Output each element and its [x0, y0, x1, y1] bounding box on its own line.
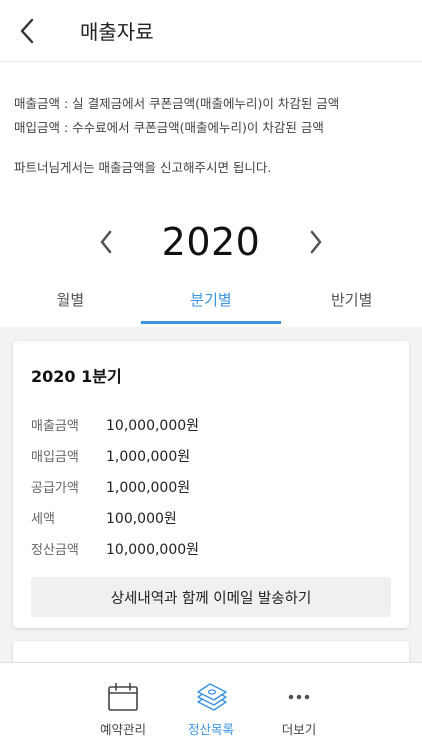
tab-monthly[interactable]: 월별	[0, 274, 141, 324]
money-stack-icon	[197, 683, 227, 711]
row-value: 10,000,000원	[106, 541, 200, 558]
prev-year-button[interactable]	[84, 220, 128, 264]
calendar-icon	[108, 682, 138, 711]
nav-item-settlement[interactable]: 정산목록	[177, 681, 245, 750]
send-email-button[interactable]: 상세내역과 함께 이메일 발송하기	[31, 577, 391, 617]
chevron-left-icon	[20, 18, 34, 43]
row-label: 세액	[31, 512, 55, 527]
nav-item-reservations[interactable]: 예약관리	[89, 681, 157, 750]
card-title: 2020 1분기	[31, 367, 122, 386]
year-selector: 2020	[0, 214, 422, 270]
tab-quarterly[interactable]: 분기별	[140, 274, 282, 324]
app-header: 매출자료	[0, 0, 422, 62]
note-sales-amount: 매출금액 : 실 결제금에서 쿠폰금액(매출에누리)이 차감된 금액	[14, 96, 340, 111]
bottom-nav: 예약관리 정산목록 더보기	[0, 662, 422, 750]
row-label: 공급가액	[31, 481, 79, 496]
chevron-left-icon	[100, 230, 111, 254]
nav-item-more[interactable]: 더보기	[265, 681, 333, 750]
page-title: 매출자료	[80, 20, 154, 44]
row-value: 100,000원	[106, 510, 177, 527]
nav-label: 예약관리	[99, 722, 146, 737]
year-value: 2020	[161, 220, 261, 264]
row-value: 10,000,000원	[106, 417, 200, 434]
row-supply-value: 공급가액 1,000,000원	[31, 471, 391, 502]
tab-half-yearly[interactable]: 반기별	[281, 274, 422, 324]
note-purchase-amount: 매입금액 : 수수료에서 쿠폰금액(매출에누리)이 차감된 금액	[14, 120, 324, 135]
row-label: 매입금액	[31, 450, 79, 465]
note-report-guide: 파트너님게서는 매출금액을 신고해주시면 됩니다.	[14, 160, 272, 175]
row-label: 정산금액	[31, 543, 79, 558]
back-button[interactable]	[2, 0, 52, 62]
period-tabs: 월별 분기별 반기별	[0, 274, 422, 324]
row-tax: 세액 100,000원	[31, 502, 391, 533]
info-notes: 매출금액 : 실 결제금에서 쿠폰금액(매출에누리)이 차감된 금액 매입금액 …	[0, 62, 422, 180]
nav-label: 더보기	[281, 722, 317, 737]
row-sales-amount: 매출금액 10,000,000원	[31, 409, 391, 440]
more-dots-icon	[288, 694, 310, 700]
chevron-right-icon	[311, 230, 322, 254]
row-purchase-amount: 매입금액 1,000,000원	[31, 440, 391, 471]
row-settlement-amount: 정산금액 10,000,000원	[31, 533, 391, 564]
nav-label: 정산목록	[187, 722, 234, 737]
quarter-card: 2020 1분기 매출금액 10,000,000원 매입금액 1,000,000…	[13, 341, 409, 628]
row-value: 1,000,000원	[106, 479, 191, 496]
next-year-button[interactable]	[294, 220, 338, 264]
row-label: 매출금액	[31, 419, 79, 434]
row-value: 1,000,000원	[106, 448, 191, 465]
